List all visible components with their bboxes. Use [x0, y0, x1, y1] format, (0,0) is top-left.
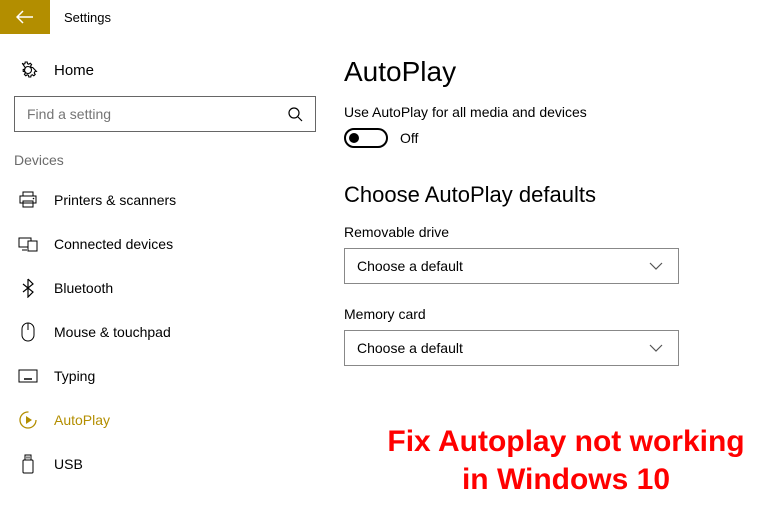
title-bar: Settings [0, 0, 784, 34]
sidebar-item-typing[interactable]: Typing [14, 354, 316, 398]
sidebar-item-usb[interactable]: USB [14, 442, 316, 486]
search-box[interactable] [14, 96, 316, 132]
select-value: Choose a default [357, 258, 463, 274]
sidebar: Home Devices Printers & scanners Connect… [0, 34, 330, 526]
overlay-line2: in Windows 10 [356, 461, 776, 499]
memory-card-label: Memory card [344, 306, 756, 322]
memory-card-select[interactable]: Choose a default [344, 330, 679, 366]
sidebar-item-printers[interactable]: Printers & scanners [14, 178, 316, 222]
autoplay-icon [18, 410, 38, 430]
autoplay-toggle[interactable] [344, 128, 388, 148]
mouse-icon [18, 322, 38, 342]
home-label: Home [54, 62, 94, 79]
keyboard-icon [18, 366, 38, 386]
gear-icon [18, 60, 38, 80]
sidebar-item-mouse[interactable]: Mouse & touchpad [14, 310, 316, 354]
page-title: AutoPlay [344, 56, 756, 88]
chevron-down-icon [646, 256, 666, 276]
window-title: Settings [50, 10, 111, 25]
search-input[interactable] [27, 106, 267, 122]
toggle-description: Use AutoPlay for all media and devices [344, 104, 756, 120]
sidebar-item-bluetooth[interactable]: Bluetooth [14, 266, 316, 310]
sidebar-item-connected[interactable]: Connected devices [14, 222, 316, 266]
printer-icon [18, 190, 38, 210]
home-link[interactable]: Home [14, 54, 316, 96]
toggle-knob [349, 133, 359, 143]
sidebar-item-autoplay[interactable]: AutoPlay [14, 398, 316, 442]
devices-icon [18, 234, 38, 254]
sidebar-item-label: AutoPlay [54, 412, 110, 428]
bluetooth-icon [18, 278, 38, 298]
removable-drive-select[interactable]: Choose a default [344, 248, 679, 284]
select-value: Choose a default [357, 340, 463, 356]
usb-icon [18, 454, 38, 474]
sidebar-item-label: USB [54, 456, 83, 472]
overlay-line1: Fix Autoplay not working [356, 423, 776, 461]
sidebar-item-label: Bluetooth [54, 280, 113, 296]
search-icon [285, 104, 305, 124]
removable-drive-label: Removable drive [344, 224, 756, 240]
category-label: Devices [14, 150, 316, 178]
sidebar-item-label: Connected devices [54, 236, 173, 252]
toggle-state: Off [400, 130, 418, 146]
section-heading: Choose AutoPlay defaults [344, 182, 756, 208]
sidebar-item-label: Printers & scanners [54, 192, 176, 208]
overlay-caption: Fix Autoplay not working in Windows 10 [356, 423, 776, 498]
back-button[interactable] [0, 0, 50, 34]
chevron-down-icon [646, 338, 666, 358]
arrow-left-icon [15, 7, 35, 27]
sidebar-item-label: Mouse & touchpad [54, 324, 171, 340]
sidebar-item-label: Typing [54, 368, 95, 384]
